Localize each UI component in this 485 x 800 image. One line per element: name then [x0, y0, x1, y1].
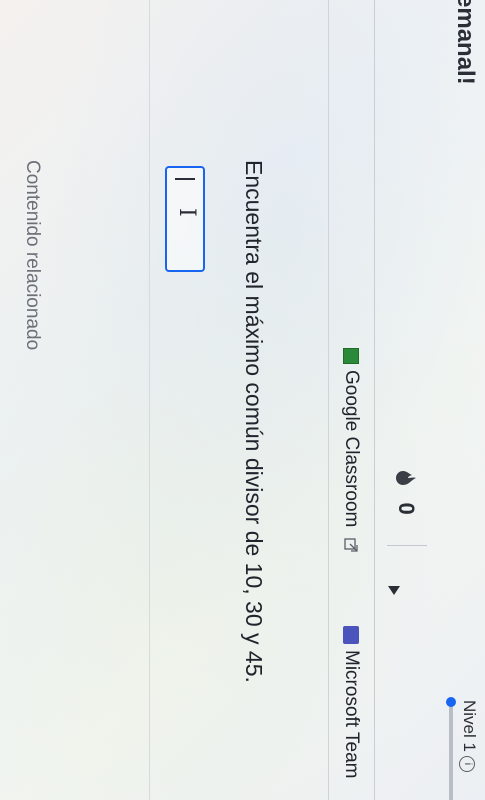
- info-icon[interactable]: i: [459, 755, 475, 772]
- microsoft-teams-link[interactable]: Microsoft Team: [340, 626, 362, 778]
- external-link-icon: [344, 538, 358, 552]
- header-partial-title: emanal!: [452, 0, 479, 85]
- text-cursor-icon: I: [174, 208, 199, 217]
- input-caret: [175, 178, 195, 180]
- google-classroom-link[interactable]: Google Classroom: [340, 348, 362, 553]
- level-label: Nivel 1 i: [459, 700, 479, 772]
- google-classroom-label: Google Classroom: [341, 370, 362, 528]
- level-text: Nivel 1: [460, 700, 479, 752]
- flame-icon: [396, 471, 416, 485]
- level-indicator[interactable]: Nivel 1 i: [399, 560, 479, 800]
- answer-input[interactable]: I: [165, 166, 205, 272]
- content-divider-line: [149, 0, 150, 800]
- level-progress-bar: [446, 697, 456, 800]
- microsoft-teams-icon: [343, 626, 359, 644]
- question-text: Encuentra el máximo común divisor de 10,…: [241, 160, 267, 683]
- exercise-page: emanal! 0 Nivel 1 i Google Classroom Micr…: [0, 0, 485, 800]
- share-divider-line: [328, 0, 329, 800]
- share-row: Google Classroom Microsoft Team: [337, 348, 362, 778]
- streak-indicator[interactable]: 0: [379, 466, 419, 515]
- google-classroom-icon: [343, 348, 359, 364]
- level-progress-dot: [446, 697, 456, 707]
- microsoft-teams-label: Microsoft Team: [341, 650, 362, 779]
- related-content-heading: Contenido relacionado: [22, 160, 43, 351]
- header-divider-line: [374, 0, 375, 800]
- header-divider: [387, 545, 427, 546]
- streak-count: 0: [394, 502, 419, 515]
- screen: emanal! 0 Nivel 1 i Google Classroom Micr…: [0, 0, 485, 800]
